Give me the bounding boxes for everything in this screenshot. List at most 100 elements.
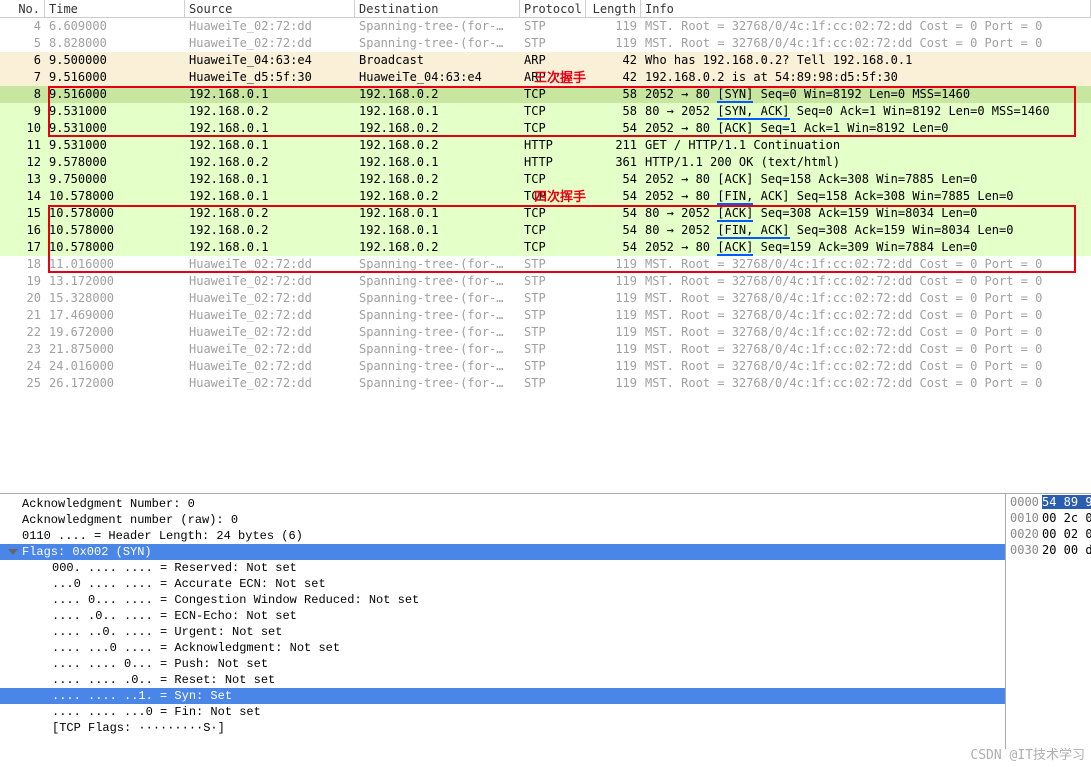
cell: HuaweiTe_02:72:dd	[185, 375, 355, 392]
detail-line[interactable]: [TCP Flags: ·········S·]	[0, 720, 1091, 736]
detail-line[interactable]: ...0 .... .... = Accurate ECN: Not set	[0, 576, 1091, 592]
cell: STP	[520, 35, 586, 52]
packet-row[interactable]: 1510.578000192.168.0.2192.168.0.1TCP5480…	[0, 205, 1091, 222]
cell-info: 80 → 2052 [ACK] Seq=308 Ack=159 Win=8034…	[641, 205, 1091, 222]
cell: 16	[0, 222, 45, 239]
hex-offset: 0010	[1010, 511, 1042, 525]
cell: TCP	[520, 103, 586, 120]
detail-line[interactable]: .... .... 0... = Push: Not set	[0, 656, 1091, 672]
cell: 21.875000	[45, 341, 185, 358]
cell: 10	[0, 120, 45, 137]
cell: 192.168.0.2	[185, 222, 355, 239]
cell-info: MST. Root = 32768/0/4c:1f:cc:02:72:dd Co…	[641, 18, 1091, 35]
packet-row[interactable]: 1710.578000192.168.0.1192.168.0.2TCP5420…	[0, 239, 1091, 256]
cell: 192.168.0.1	[355, 103, 520, 120]
cell: 192.168.0.2	[355, 171, 520, 188]
cell: Spanning-tree-(for-…	[355, 324, 520, 341]
packet-row[interactable]: 99.531000192.168.0.2192.168.0.1TCP5880 →…	[0, 103, 1091, 120]
cell: 8	[0, 86, 45, 103]
col-header-protocol[interactable]: Protocol	[520, 0, 586, 17]
packet-detail-pane[interactable]: Acknowledgment Number: 0Acknowledgment n…	[0, 494, 1091, 749]
hex-pane[interactable]: 000054 89 98001000 2c 00002000 02 080030…	[1005, 494, 1091, 749]
cell: STP	[520, 290, 586, 307]
cell: 42	[586, 52, 641, 69]
cell: HTTP	[520, 154, 586, 171]
cell: 12	[0, 154, 45, 171]
cell: 119	[586, 375, 641, 392]
cell: HuaweiTe_02:72:dd	[185, 358, 355, 375]
cell-info: MST. Root = 32768/0/4c:1f:cc:02:72:dd Co…	[641, 256, 1091, 273]
tcp-flag-highlight: [FIN, ACK]	[717, 223, 789, 239]
tcp-flag-highlight: [ACK]	[717, 206, 753, 222]
cell: 9.750000	[45, 171, 185, 188]
detail-line[interactable]: .... .0.. .... = ECN-Echo: Not set	[0, 608, 1091, 624]
cell: 192.168.0.2	[355, 239, 520, 256]
cell: 10.578000	[45, 205, 185, 222]
col-header-no[interactable]: No.	[0, 0, 45, 17]
detail-line[interactable]: 0110 .... = Header Length: 24 bytes (6)	[0, 528, 1091, 544]
cell-info: MST. Root = 32768/0/4c:1f:cc:02:72:dd Co…	[641, 273, 1091, 290]
cell: HuaweiTe_02:72:dd	[185, 341, 355, 358]
hex-row[interactable]: 003020 00 d4	[1006, 542, 1091, 558]
detail-line[interactable]: .... ...0 .... = Acknowledgment: Not set	[0, 640, 1091, 656]
packet-row[interactable]: 109.531000192.168.0.1192.168.0.2TCP54205…	[0, 120, 1091, 137]
packet-row[interactable]: 2015.328000HuaweiTe_02:72:ddSpanning-tre…	[0, 290, 1091, 307]
hex-bytes: 00 02 08	[1042, 527, 1091, 541]
watermark-text: CSDN @IT技术学习	[970, 744, 1085, 763]
cell: Spanning-tree-(for-…	[355, 273, 520, 290]
cell: 119	[586, 18, 641, 35]
hex-row[interactable]: 000054 89 98	[1006, 494, 1091, 510]
cell-info: MST. Root = 32768/0/4c:1f:cc:02:72:dd Co…	[641, 35, 1091, 52]
cell-info: MST. Root = 32768/0/4c:1f:cc:02:72:dd Co…	[641, 358, 1091, 375]
cell: 119	[586, 307, 641, 324]
hex-row[interactable]: 001000 2c 00	[1006, 510, 1091, 526]
cell: 17	[0, 239, 45, 256]
cell: 13	[0, 171, 45, 188]
cell: 58	[586, 86, 641, 103]
packet-row[interactable]: 119.531000192.168.0.1192.168.0.2HTTP211G…	[0, 137, 1091, 154]
cell: 24	[0, 358, 45, 375]
col-header-source[interactable]: Source	[185, 0, 355, 17]
detail-line[interactable]: .... ..0. .... = Urgent: Not set	[0, 624, 1091, 640]
packet-row[interactable]: 2219.672000HuaweiTe_02:72:ddSpanning-tre…	[0, 324, 1091, 341]
packet-row[interactable]: 2526.172000HuaweiTe_02:72:ddSpanning-tre…	[0, 375, 1091, 392]
cell: 192.168.0.2	[355, 188, 520, 205]
cell: Spanning-tree-(for-…	[355, 358, 520, 375]
packet-row[interactable]: 89.516000192.168.0.1192.168.0.2TCP582052…	[0, 86, 1091, 103]
cell-info: MST. Root = 32768/0/4c:1f:cc:02:72:dd Co…	[641, 307, 1091, 324]
cell: 9	[0, 103, 45, 120]
detail-line[interactable]: 000. .... .... = Reserved: Not set	[0, 560, 1091, 576]
packet-row[interactable]: 2117.469000HuaweiTe_02:72:ddSpanning-tre…	[0, 307, 1091, 324]
detail-line[interactable]: Flags: 0x002 (SYN)	[0, 544, 1091, 560]
cell: 10.578000	[45, 239, 185, 256]
detail-line[interactable]: .... 0... .... = Congestion Window Reduc…	[0, 592, 1091, 608]
cell: 211	[586, 137, 641, 154]
cell: 6.609000	[45, 18, 185, 35]
packet-row[interactable]: 1610.578000192.168.0.2192.168.0.1TCP5480…	[0, 222, 1091, 239]
cell: 119	[586, 256, 641, 273]
packet-row[interactable]: 2424.016000HuaweiTe_02:72:ddSpanning-tre…	[0, 358, 1091, 375]
packet-row[interactable]: 1811.016000HuaweiTe_02:72:ddSpanning-tre…	[0, 256, 1091, 273]
cell: HuaweiTe_04:63:e4	[185, 52, 355, 69]
detail-line[interactable]: .... .... .0.. = Reset: Not set	[0, 672, 1091, 688]
col-header-length[interactable]: Length	[586, 0, 641, 17]
cell: Spanning-tree-(for-…	[355, 341, 520, 358]
cell: STP	[520, 18, 586, 35]
detail-line[interactable]: .... .... ...0 = Fin: Not set	[0, 704, 1091, 720]
detail-line[interactable]: Acknowledgment number (raw): 0	[0, 512, 1091, 528]
packet-row[interactable]: 2321.875000HuaweiTe_02:72:ddSpanning-tre…	[0, 341, 1091, 358]
col-header-time[interactable]: Time	[45, 0, 185, 17]
detail-line[interactable]: Acknowledgment Number: 0	[0, 496, 1091, 512]
packet-row[interactable]: 46.609000HuaweiTe_02:72:ddSpanning-tree-…	[0, 18, 1091, 35]
packet-row[interactable]: 129.578000192.168.0.2192.168.0.1HTTP361H…	[0, 154, 1091, 171]
col-header-dest[interactable]: Destination	[355, 0, 520, 17]
cell: 9.531000	[45, 137, 185, 154]
detail-line[interactable]: .... .... ..1. = Syn: Set	[0, 688, 1091, 704]
packet-row[interactable]: 1913.172000HuaweiTe_02:72:ddSpanning-tre…	[0, 273, 1091, 290]
packet-row[interactable]: 58.828000HuaweiTe_02:72:ddSpanning-tree-…	[0, 35, 1091, 52]
hex-row[interactable]: 002000 02 08	[1006, 526, 1091, 542]
cell: 54	[586, 205, 641, 222]
col-header-info[interactable]: Info	[641, 0, 1091, 17]
cell: 5	[0, 35, 45, 52]
hex-offset: 0000	[1010, 495, 1042, 509]
